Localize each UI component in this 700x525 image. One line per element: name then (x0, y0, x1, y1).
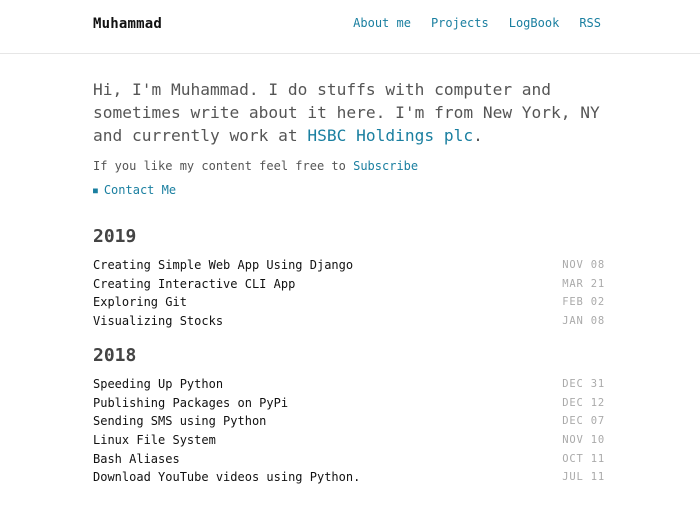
employer-link[interactable]: HSBC Holdings plc (307, 126, 473, 145)
post-date: JUL 11 (562, 471, 605, 484)
post-title[interactable]: Visualizing Stocks (93, 314, 223, 328)
intro-text-end: . (473, 126, 483, 145)
main-nav: About me Projects LogBook RSS (353, 16, 601, 30)
bullet-icon: ■ (93, 185, 98, 195)
post-title[interactable]: Speeding Up Python (93, 377, 223, 391)
post-title[interactable]: Linux File System (93, 433, 216, 447)
subscribe-line: If you like my content feel free to Subs… (93, 159, 418, 173)
contact-me-link[interactable]: Contact Me (104, 183, 176, 197)
intro-paragraph: Hi, I'm Muhammad. I do stuffs with compu… (93, 78, 613, 147)
post-date: JAN 08 (562, 315, 605, 328)
post-row[interactable]: Publishing Packages on PyPi DEC 12 (93, 394, 605, 413)
subscribe-link[interactable]: Subscribe (353, 159, 418, 173)
post-row[interactable]: Bash Aliases OCT 11 (93, 449, 605, 468)
post-row[interactable]: Visualizing Stocks JAN 08 (93, 312, 605, 331)
nav-rss[interactable]: RSS (579, 16, 601, 30)
post-date: DEC 31 (562, 378, 605, 391)
post-date: DEC 07 (562, 415, 605, 428)
post-title[interactable]: Publishing Packages on PyPi (93, 396, 288, 410)
post-date: OCT 11 (562, 452, 605, 465)
post-row[interactable]: Exploring Git FEB 02 (93, 293, 605, 312)
year-heading-2019: 2019 (93, 226, 137, 247)
post-row[interactable]: Sending SMS using Python DEC 07 (93, 412, 605, 431)
post-title[interactable]: Exploring Git (93, 295, 187, 309)
post-title[interactable]: Creating Interactive CLI App (93, 277, 295, 291)
post-row[interactable]: Speeding Up Python DEC 31 (93, 375, 605, 394)
post-row[interactable]: Download YouTube videos using Python. JU… (93, 468, 605, 487)
nav-about-me[interactable]: About me (353, 16, 411, 30)
post-row[interactable]: Creating Interactive CLI App MAR 21 (93, 275, 605, 294)
post-date: NOV 10 (562, 434, 605, 447)
post-date: MAR 21 (562, 277, 605, 290)
nav-projects[interactable]: Projects (431, 16, 489, 30)
post-title[interactable]: Sending SMS using Python (93, 414, 266, 428)
post-date: DEC 12 (562, 396, 605, 409)
post-date: FEB 02 (562, 296, 605, 309)
post-row[interactable]: Creating Simple Web App Using Django NOV… (93, 256, 605, 275)
subscribe-text: If you like my content feel free to (93, 159, 354, 173)
site-title[interactable]: Muhammad (93, 16, 162, 32)
post-title[interactable]: Download YouTube videos using Python. (93, 470, 360, 484)
post-list-2019: Creating Simple Web App Using Django NOV… (93, 256, 605, 330)
post-title[interactable]: Creating Simple Web App Using Django (93, 258, 353, 272)
contact-item: ■ Contact Me (93, 183, 176, 197)
post-list-2018: Speeding Up Python DEC 31 Publishing Pac… (93, 375, 605, 487)
post-title[interactable]: Bash Aliases (93, 452, 180, 466)
nav-logbook[interactable]: LogBook (509, 16, 560, 30)
post-date: NOV 08 (562, 259, 605, 272)
site-header: Muhammad About me Projects LogBook RSS (0, 0, 700, 54)
post-row[interactable]: Linux File System NOV 10 (93, 431, 605, 450)
year-heading-2018: 2018 (93, 345, 137, 366)
